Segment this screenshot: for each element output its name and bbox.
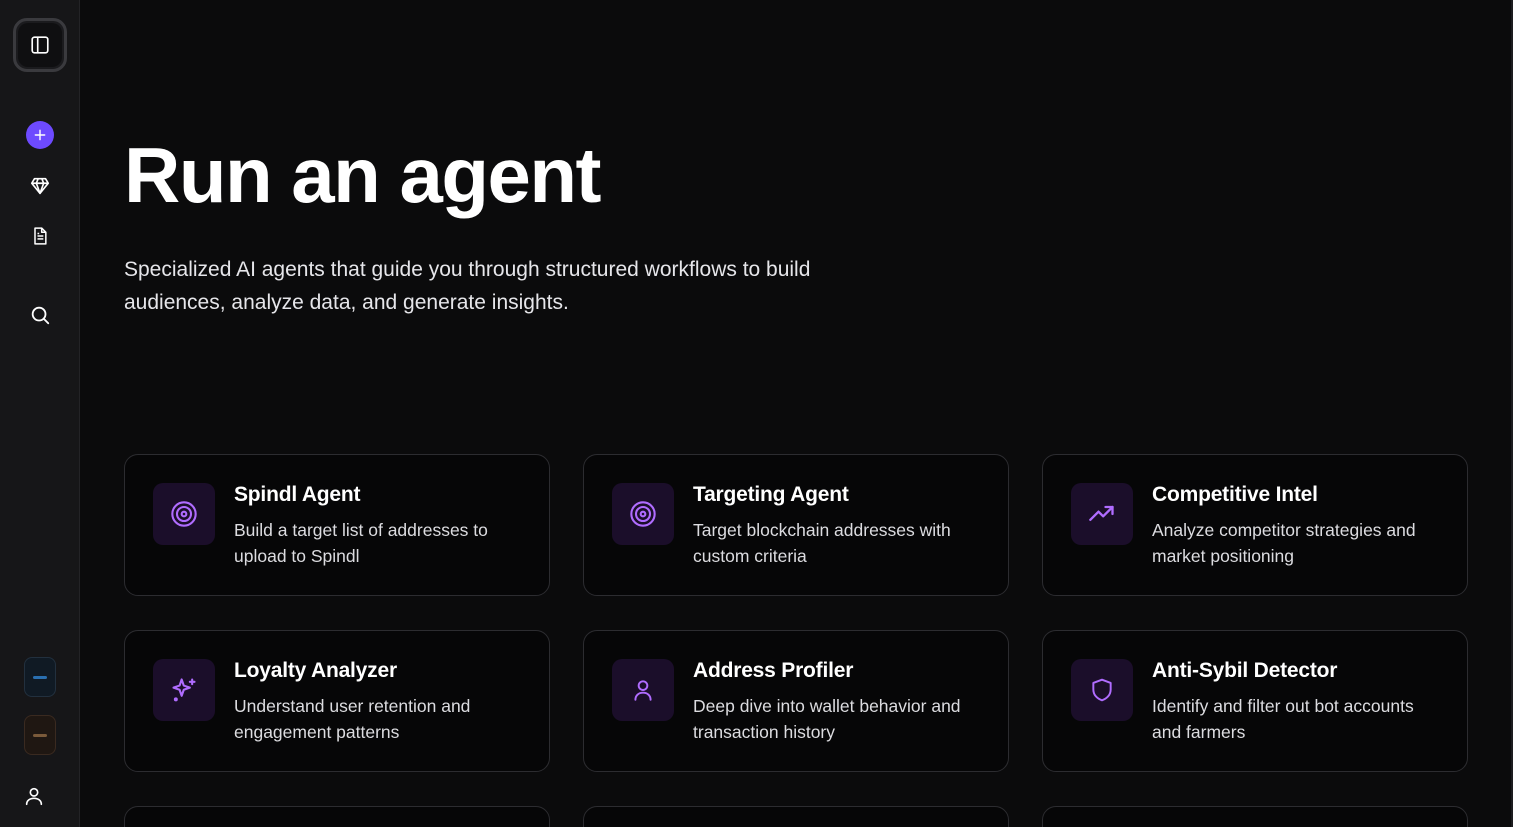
app-window: Run an agent Specialized AI agents that … <box>0 0 1513 827</box>
card-description: Build a target list of addresses to uplo… <box>234 520 488 566</box>
agent-grid: Spindl Agent Build a target list of addr… <box>124 454 1468 827</box>
card-description: Understand user retention and engagement… <box>234 696 471 742</box>
agent-card-spindl[interactable]: Spindl Agent Build a target list of addr… <box>124 454 550 596</box>
card-icon-container <box>153 659 215 721</box>
agent-card-loyalty-analyzer[interactable]: Loyalty Analyzer Understand user retenti… <box>124 630 550 772</box>
sidebar <box>0 0 80 827</box>
plus-icon <box>34 129 45 141</box>
agent-card-partial[interactable] <box>583 806 1009 827</box>
search-icon <box>31 306 49 325</box>
card-title: Competitive Intel <box>1152 483 1318 506</box>
profile-button[interactable] <box>20 782 48 810</box>
card-icon-container <box>1071 483 1133 545</box>
document-icon <box>33 227 47 245</box>
search-button[interactable] <box>26 301 54 329</box>
card-icon-container <box>612 483 674 545</box>
workspace-icon <box>32 733 47 737</box>
card-title: Spindl Agent <box>234 483 361 506</box>
card-title: Address Profiler <box>693 659 854 682</box>
agents-nav-button[interactable] <box>26 172 54 200</box>
sidebar-toggle-button[interactable] <box>12 18 67 72</box>
documents-nav-button[interactable] <box>26 222 54 250</box>
workspace-button-1[interactable] <box>23 657 56 697</box>
trending-up-icon <box>1089 505 1114 521</box>
agent-card-partial[interactable] <box>1042 806 1468 827</box>
new-chat-button[interactable] <box>25 121 54 149</box>
card-icon-container <box>612 659 674 721</box>
sidebar-toggle-icon <box>30 36 49 54</box>
page-subtitle: Specialized AI agents that guide you thr… <box>124 258 811 314</box>
agent-card-partial[interactable] <box>124 806 550 827</box>
card-description: Deep dive into wallet behavior and trans… <box>693 696 961 742</box>
user-icon <box>634 680 652 701</box>
user-icon <box>25 787 43 806</box>
workspace-icon <box>32 675 47 679</box>
card-icon-container <box>1071 659 1133 721</box>
target-icon <box>171 501 197 527</box>
agent-card-targeting[interactable]: Targeting Agent Target blockchain addres… <box>583 454 1009 596</box>
card-title: Targeting Agent <box>693 483 849 506</box>
gem-icon <box>30 177 49 195</box>
card-title: Loyalty Analyzer <box>234 659 397 682</box>
card-description: Target blockchain addresses with custom … <box>693 520 951 566</box>
target-icon <box>630 501 656 527</box>
card-title: Anti-Sybil Detector <box>1152 659 1338 682</box>
card-description: Identify and filter out bot accounts and… <box>1152 696 1414 742</box>
sidebar-toggle-inner <box>17 23 62 67</box>
sparkles-icon <box>172 678 196 702</box>
main-content: Run an agent Specialized AI agents that … <box>80 0 1513 827</box>
workspace-button-2[interactable] <box>23 715 56 755</box>
agent-card-address-profiler[interactable]: Address Profiler Deep dive into wallet b… <box>583 630 1009 772</box>
card-icon-container <box>153 483 215 545</box>
agent-card-anti-sybil[interactable]: Anti-Sybil Detector Identify and filter … <box>1042 630 1468 772</box>
shield-icon <box>1092 678 1112 702</box>
page-title: Run an agent <box>124 131 602 219</box>
agent-card-competitive-intel[interactable]: Competitive Intel Analyze competitor str… <box>1042 454 1468 596</box>
card-description: Analyze competitor strategies and market… <box>1152 520 1416 566</box>
